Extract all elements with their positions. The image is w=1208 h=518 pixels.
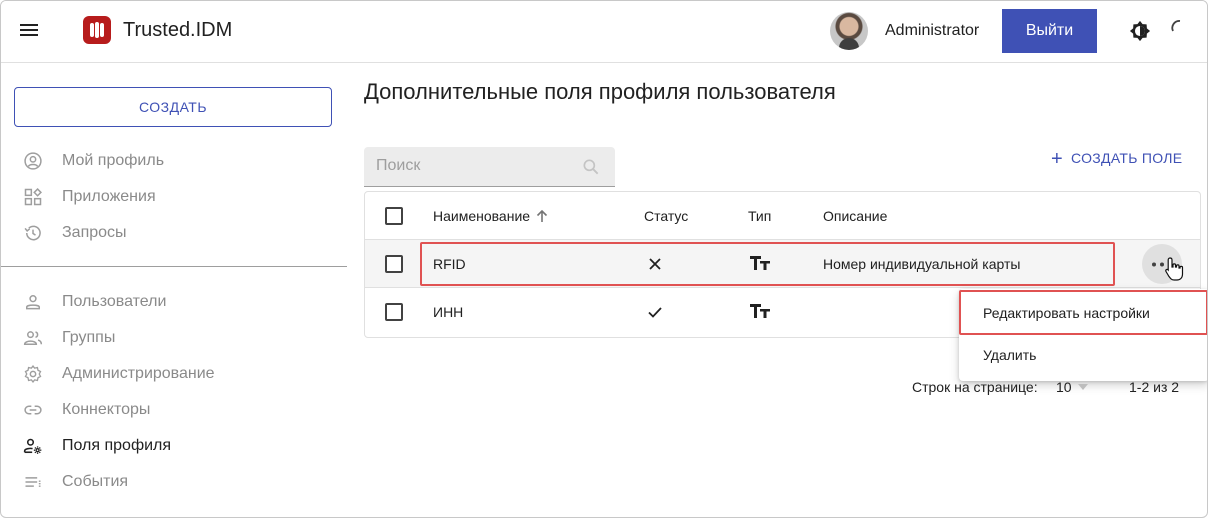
person-settings-icon: [23, 438, 42, 454]
menu-item-edit-settings[interactable]: Редактировать настройки: [959, 291, 1207, 335]
caret-down-icon[interactable]: [1078, 384, 1088, 390]
menu-icon[interactable]: [19, 21, 41, 41]
plus-icon: +: [1051, 147, 1063, 170]
sidebar-item-my-profile[interactable]: Мой профиль: [1, 143, 347, 179]
sidebar-item-users[interactable]: Пользователи: [1, 284, 347, 320]
theme-toggle-icon[interactable]: [1129, 20, 1151, 42]
sidebar-item-label: Поля профиля: [62, 437, 172, 454]
menu-item-delete[interactable]: Удалить: [959, 333, 1207, 377]
sidebar-item-label: События: [62, 473, 129, 490]
username: Administrator: [885, 22, 980, 39]
text-type-icon: [750, 304, 770, 318]
rows-per-page-select[interactable]: 10: [1056, 379, 1072, 395]
column-header-label: Наименование: [433, 208, 531, 224]
menu-item-label: Удалить: [983, 347, 1037, 363]
pagination-range: 1-2 из 2: [1129, 379, 1180, 395]
rows-per-page-label: Строк на странице:: [912, 379, 1038, 395]
sidebar: Создать Мой профиль Приложения: [1, 63, 347, 517]
search-input[interactable]: [364, 147, 574, 185]
row-checkbox[interactable]: [385, 255, 403, 273]
search-field: [364, 147, 615, 187]
sidebar-item-requests[interactable]: Запросы: [1, 215, 347, 251]
top-app-bar: Trusted.IDM Administrator Выйти: [1, 1, 1207, 63]
list-icon: [25, 477, 41, 487]
sidebar-item-label: Коннекторы: [62, 401, 151, 418]
history-icon: [24, 225, 41, 241]
avatar[interactable]: [830, 12, 868, 50]
row-context-menu: Редактировать настройки Удалить: [959, 289, 1207, 381]
check-icon: [648, 307, 662, 318]
apps-icon: [24, 188, 42, 206]
app-title: Trusted.IDM: [123, 19, 233, 41]
field-name: RFID: [433, 256, 466, 272]
sidebar-item-events[interactable]: События: [1, 464, 347, 500]
field-description: Номер индивидуальной карты: [823, 256, 1021, 272]
column-header-description[interactable]: Описание: [823, 208, 887, 224]
sidebar-divider: [1, 266, 347, 267]
sidebar-item-groups[interactable]: Группы: [1, 320, 347, 356]
search-icon[interactable]: [581, 157, 601, 177]
create-button[interactable]: Создать: [14, 87, 332, 127]
select-all-checkbox[interactable]: [385, 207, 403, 225]
hand-pointer-cursor-icon: [1165, 257, 1184, 281]
app-logo: [83, 16, 111, 44]
app-window: Trusted.IDM Administrator Выйти Создать …: [0, 0, 1208, 518]
column-header-type[interactable]: Тип: [748, 208, 771, 224]
table-row[interactable]: RFID Номер индивидуальной карты: [365, 240, 1200, 288]
column-header-name[interactable]: Наименование: [433, 208, 548, 224]
person-icon: [26, 295, 40, 310]
sidebar-item-label: Группы: [62, 329, 116, 346]
group-icon: [23, 331, 43, 345]
logout-button[interactable]: Выйти: [1002, 9, 1097, 53]
link-icon: [24, 405, 42, 415]
loading-spinner-icon: [1171, 20, 1181, 32]
gear-icon: [24, 365, 42, 383]
sidebar-item-label: Пользователи: [62, 293, 167, 310]
account-circle-icon: [24, 152, 42, 170]
create-field-label: Создать поле: [1070, 149, 1183, 166]
sort-arrow-up-icon[interactable]: [536, 209, 548, 223]
sidebar-item-label: Администрирование: [62, 365, 215, 382]
sidebar-item-profile-fields[interactable]: Поля профиля: [1, 428, 347, 464]
column-header-status[interactable]: Статус: [644, 208, 688, 224]
text-type-icon: [750, 256, 770, 270]
row-checkbox[interactable]: [385, 303, 403, 321]
sidebar-item-label: Мой профиль: [62, 152, 165, 169]
page-title: Дополнительные поля профиля пользователя: [364, 79, 836, 104]
menu-item-label: Редактировать настройки: [983, 305, 1150, 321]
sidebar-item-applications[interactable]: Приложения: [1, 179, 347, 215]
sidebar-item-administration[interactable]: Администрирование: [1, 356, 347, 392]
create-field-button[interactable]: + Создать поле: [1051, 147, 1182, 171]
field-name: ИНН: [433, 304, 464, 320]
sidebar-item-label: Запросы: [62, 224, 127, 241]
sidebar-item-connectors[interactable]: Коннекторы: [1, 392, 347, 428]
close-icon: [649, 258, 661, 270]
sidebar-item-label: Приложения: [62, 188, 156, 205]
table-header-row: Наименование Статус Тип Описание: [365, 192, 1200, 240]
